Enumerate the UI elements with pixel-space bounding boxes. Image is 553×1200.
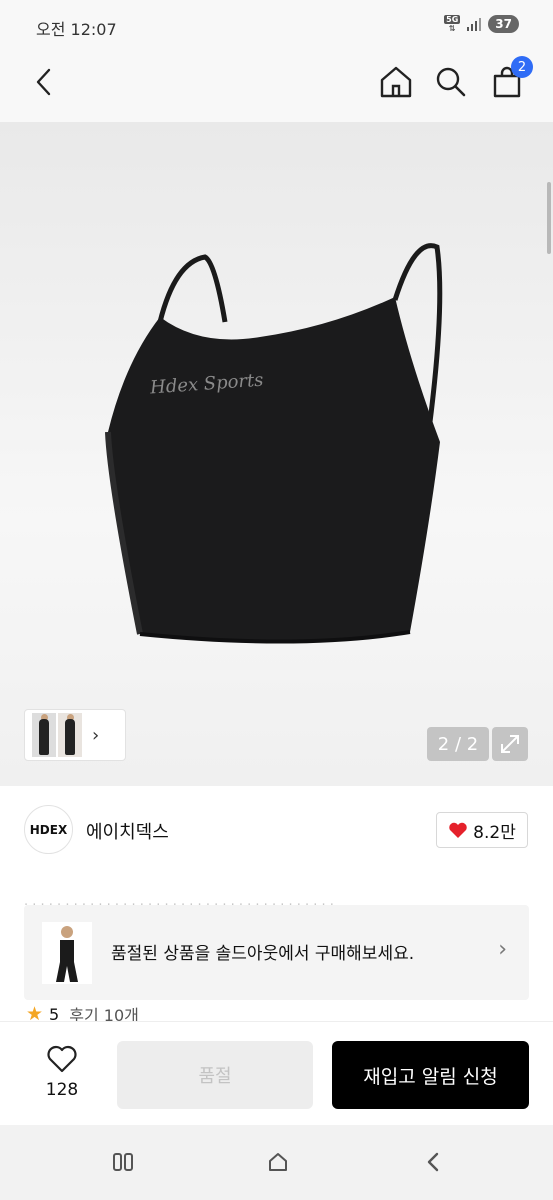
- top-nav: 2: [0, 52, 553, 122]
- chevron-left-icon: [36, 68, 51, 96]
- image-page-indicator: 2 / 2: [427, 727, 489, 761]
- brand-like-button[interactable]: 8.2만: [436, 812, 528, 848]
- wishlist-count: 128: [45, 1080, 79, 1100]
- product-image: Hdex Sports: [105, 243, 443, 644]
- chevron-right-icon: ›: [498, 937, 507, 962]
- brand-logo[interactable]: HDEX: [24, 805, 73, 854]
- expand-icon: [501, 735, 519, 753]
- heart-outline-icon: [47, 1045, 77, 1073]
- thumbnail-strip[interactable]: ›: [24, 709, 126, 761]
- back-button[interactable]: [24, 62, 64, 102]
- restock-alert-button[interactable]: 재입고 알림 신청: [332, 1041, 529, 1109]
- chevron-right-icon[interactable]: ›: [92, 725, 99, 746]
- signal-icon: [467, 18, 482, 31]
- brand-like-count: 8.2만: [473, 822, 516, 843]
- expand-image-button[interactable]: [492, 727, 528, 761]
- soldout-banner-text: 품절된 상품을 솔드아웃에서 구매해보세요.: [111, 944, 415, 964]
- status-bar: 오전 12:07 5G ⇅ 37: [0, 0, 553, 52]
- recent-apps-icon: [113, 1153, 133, 1171]
- search-icon: [436, 67, 466, 97]
- system-home-button[interactable]: [263, 1149, 293, 1175]
- back-icon: [427, 1152, 439, 1172]
- status-icons: 5G ⇅ 37: [444, 15, 519, 33]
- search-button[interactable]: [431, 62, 471, 102]
- battery-indicator: 37: [488, 15, 519, 33]
- purchase-action-bar: 128 품절 재입고 알림 신청: [0, 1021, 553, 1125]
- wishlist-button[interactable]: 128: [38, 1044, 86, 1100]
- product-info: HDEX 에이치덱스 8.2만 · · · · · · · · · · · · …: [0, 786, 553, 1026]
- banner-thumbnail: [42, 922, 92, 984]
- soldout-promo-banner[interactable]: 품절된 상품을 솔드아웃에서 구매해보세요. ›: [24, 905, 529, 1000]
- network-icon: 5G ⇅: [444, 15, 461, 33]
- system-back-button[interactable]: [418, 1149, 448, 1175]
- home-button[interactable]: [376, 62, 416, 102]
- system-nav-bar: [0, 1125, 553, 1200]
- brand-name[interactable]: 에이치덱스: [86, 818, 169, 844]
- home-icon: [380, 66, 412, 98]
- product-image-gallery[interactable]: Hdex Sports › 2 / 2: [0, 122, 553, 786]
- thumbnail-image[interactable]: [32, 713, 56, 757]
- home-icon: [269, 1153, 287, 1171]
- cart-count-badge: 2: [511, 56, 533, 78]
- thumbnail-image[interactable]: [58, 713, 82, 757]
- cart-button[interactable]: 2: [487, 56, 533, 102]
- recent-apps-button[interactable]: [108, 1149, 138, 1175]
- soldout-button: 품절: [117, 1041, 313, 1109]
- heart-filled-icon: [449, 822, 467, 838]
- status-time: 오전 12:07: [36, 20, 117, 39]
- page-scrollbar[interactable]: [547, 182, 551, 254]
